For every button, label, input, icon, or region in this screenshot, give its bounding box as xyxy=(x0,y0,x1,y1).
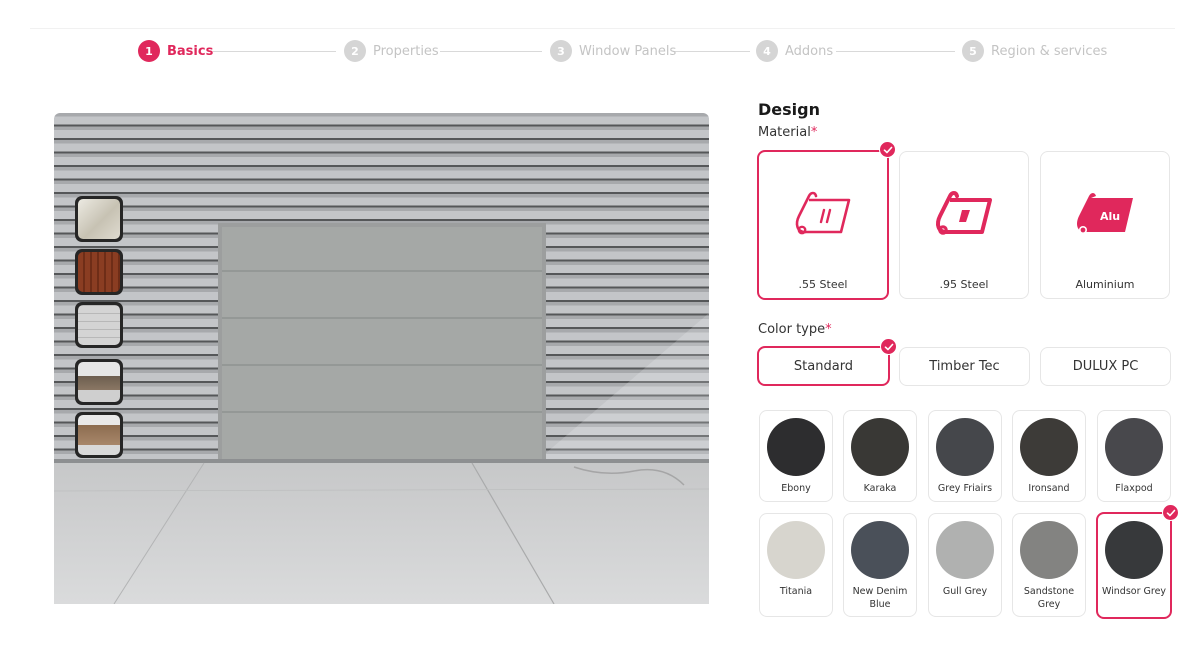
step-basics[interactable]: 1 Basics xyxy=(138,40,213,62)
color-dot xyxy=(1020,521,1078,579)
style-thumbnail-brick-garage[interactable] xyxy=(75,412,123,458)
color-name: Gull Grey xyxy=(942,586,988,597)
step-label: Region & services xyxy=(991,43,1108,59)
door-preview xyxy=(54,113,709,604)
color-name: Grey Friairs xyxy=(937,483,993,494)
material-card-055-steel[interactable]: .55 Steel xyxy=(757,150,889,300)
color-type-label-text: Standard xyxy=(793,358,854,374)
color-swatch-ebony[interactable]: Ebony xyxy=(759,410,833,502)
style-thumbnail-cream-door[interactable] xyxy=(75,196,123,242)
color-swatch-ironsand[interactable]: Ironsand xyxy=(1012,410,1086,502)
header-divider xyxy=(30,28,1175,29)
material-label: Material* xyxy=(758,125,818,140)
color-name: Ebony xyxy=(781,483,811,494)
checkmark-icon xyxy=(1162,504,1179,521)
color-name: Windsor Grey xyxy=(1101,586,1167,597)
aluminium-roll-icon: Alu xyxy=(1041,190,1169,248)
color-type-label: Color type* xyxy=(758,322,832,337)
step-connector xyxy=(440,51,542,52)
driveway xyxy=(54,459,709,604)
material-label-text: .55 Steel xyxy=(798,278,848,291)
progress-stepper: 1 Basics 2 Properties 3 Window Panels 4 … xyxy=(0,0,1200,86)
color-dot xyxy=(1105,521,1163,579)
color-swatch-grey-friairs[interactable]: Grey Friairs xyxy=(928,410,1002,502)
step-properties[interactable]: 2 Properties xyxy=(344,40,439,62)
step-connector xyxy=(836,51,955,52)
garage-door xyxy=(222,227,542,459)
checkmark-icon xyxy=(880,338,897,355)
color-type-label-text: Timber Tec xyxy=(929,359,1000,374)
steel-roll-heavy-icon xyxy=(900,190,1028,248)
color-dot xyxy=(936,521,994,579)
style-thumbnail-house-front[interactable] xyxy=(75,359,123,405)
color-dot xyxy=(851,418,909,476)
color-dot xyxy=(936,418,994,476)
color-dot xyxy=(851,521,909,579)
step-number: 2 xyxy=(344,40,366,62)
steel-roll-icon xyxy=(759,190,887,248)
color-name: Ironsand xyxy=(1028,483,1070,494)
step-number: 5 xyxy=(962,40,984,62)
color-type-timber-tec[interactable]: Timber Tec xyxy=(899,347,1030,386)
style-thumbnail-grey-door[interactable] xyxy=(75,302,123,348)
color-type-label-text: DULUX PC xyxy=(1072,359,1139,374)
color-dot xyxy=(767,521,825,579)
material-label-text: Aluminium xyxy=(1075,278,1135,291)
step-label: Addons xyxy=(785,43,834,59)
step-number: 3 xyxy=(550,40,572,62)
color-name: Sandstone Grey xyxy=(1023,586,1075,610)
color-name: Flaxpod xyxy=(1115,483,1153,494)
color-swatch-karaka[interactable]: Karaka xyxy=(843,410,917,502)
garage-scene xyxy=(54,113,709,604)
color-swatch-new-denim-blue[interactable]: New Denim Blue xyxy=(843,513,917,617)
color-swatch-flaxpod[interactable]: Flaxpod xyxy=(1097,410,1171,502)
color-type-dulux-pc[interactable]: DULUX PC xyxy=(1040,347,1171,386)
checkmark-icon xyxy=(879,141,896,158)
material-label-text: .95 Steel xyxy=(939,278,989,291)
style-thumbnail-timber-door[interactable] xyxy=(75,249,123,295)
color-name: New Denim Blue xyxy=(852,586,908,610)
step-window-panels[interactable]: 3 Window Panels xyxy=(550,40,676,62)
design-heading: Design xyxy=(758,100,820,119)
color-dot xyxy=(767,418,825,476)
color-dot xyxy=(1020,418,1078,476)
aluminium-icon-text: Alu xyxy=(1100,210,1120,223)
step-connector xyxy=(674,51,750,52)
color-dot xyxy=(1105,418,1163,476)
color-swatch-titania[interactable]: Titania xyxy=(759,513,833,617)
material-card-095-steel[interactable]: .95 Steel xyxy=(899,151,1029,299)
step-addons[interactable]: 4 Addons xyxy=(756,40,833,62)
step-number: 1 xyxy=(138,40,160,62)
color-name: Titania xyxy=(779,586,813,597)
step-label: Properties xyxy=(373,43,439,59)
color-type-standard[interactable]: Standard xyxy=(757,346,890,386)
color-swatch-gull-grey[interactable]: Gull Grey xyxy=(928,513,1002,617)
color-name: Karaka xyxy=(863,483,897,494)
step-region-services[interactable]: 5 Region & services xyxy=(962,40,1107,62)
color-swatch-windsor-grey[interactable]: Windsor Grey xyxy=(1096,512,1172,619)
step-connector xyxy=(213,51,336,52)
color-swatch-sandstone-grey[interactable]: Sandstone Grey xyxy=(1012,513,1086,617)
step-number: 4 xyxy=(756,40,778,62)
step-label: Window Panels xyxy=(579,43,677,59)
material-card-aluminium[interactable]: Alu Aluminium xyxy=(1040,151,1170,299)
step-label: Basics xyxy=(167,43,214,59)
